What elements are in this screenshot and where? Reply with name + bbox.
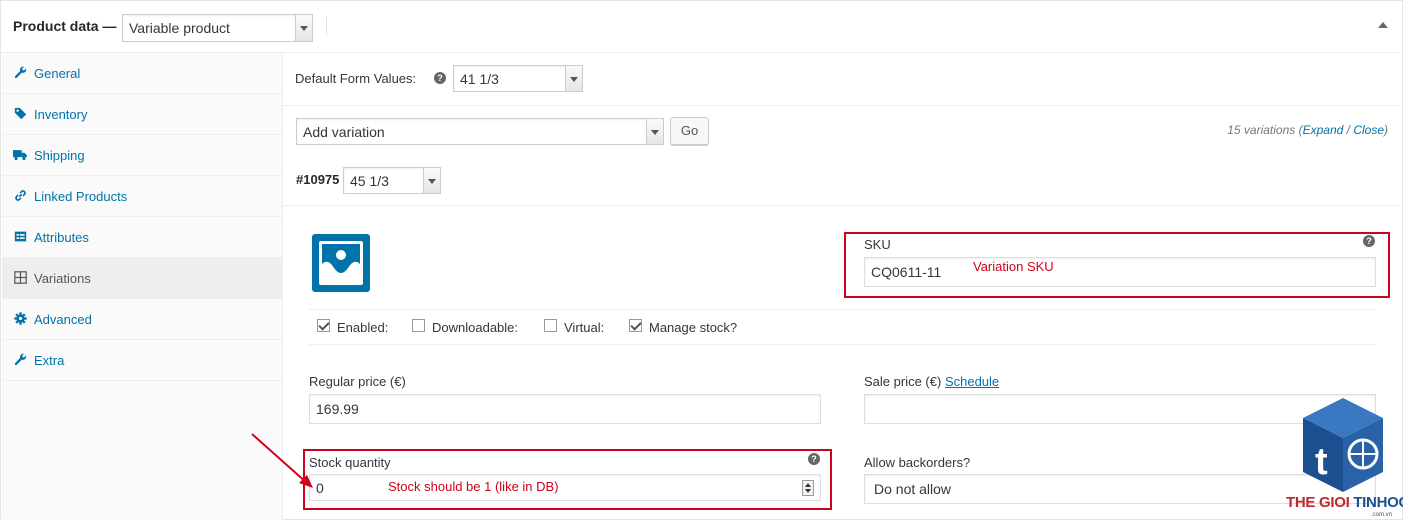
default-size-select[interactable]: 41 1/3 — [453, 65, 583, 92]
tag-icon — [13, 107, 27, 121]
virtual-checkbox[interactable] — [544, 319, 557, 332]
product-type-value: Variable product — [129, 20, 230, 36]
brand-domain: .com.vn — [1371, 512, 1393, 518]
default-form-values-label: Default Form Values: — [295, 71, 417, 86]
allow-backorders-value: Do not allow — [874, 481, 952, 497]
sidebar-item-label: Advanced — [34, 312, 92, 327]
sku-annotation-box — [844, 232, 1390, 298]
variation-attribute-value: 45 1/3 — [350, 172, 389, 189]
variations-count-text: 15 variations ( — [1227, 123, 1303, 137]
enabled-label: Enabled: — [337, 320, 389, 335]
stock-annotation-box — [303, 449, 832, 510]
collapse-toggle-icon[interactable] — [1378, 22, 1388, 28]
image-icon — [319, 241, 363, 285]
go-button[interactable]: Go — [670, 117, 709, 145]
manage-stock-checkbox[interactable] — [629, 319, 642, 332]
sidebar-item-linked-products[interactable]: Linked Products — [2, 176, 282, 217]
product-type-select[interactable]: Variable product — [122, 14, 313, 42]
list-icon — [13, 230, 27, 244]
sale-price-label: Sale price (€) Schedule — [864, 374, 999, 389]
brand-name-part1: THE GIOI — [1286, 494, 1354, 511]
truck-icon — [13, 148, 27, 162]
chevron-down-icon — [646, 119, 663, 144]
sale-price-label-text: Sale price (€) — [864, 374, 942, 389]
sidebar-item-label: Extra — [34, 353, 65, 368]
sidebar-item-general[interactable]: General — [2, 53, 282, 94]
gear-icon — [13, 312, 27, 326]
wrench-icon — [13, 353, 27, 367]
sidebar-item-label: Attributes — [34, 230, 89, 245]
brand-name: THE GIOI TINHOC — [1286, 494, 1403, 511]
stock-annotation-text: Stock should be 1 (like in DB) — [388, 479, 559, 494]
sidebar-item-attributes[interactable]: Attributes — [2, 217, 282, 258]
schedule-link[interactable]: Schedule — [945, 374, 999, 389]
default-form-values-row: Default Form Values: ? 41 1/3 — [283, 53, 1402, 106]
header-divider — [326, 17, 327, 35]
wrench-icon — [13, 66, 27, 80]
sku-annotation-text: Variation SKU — [973, 259, 1054, 274]
sidebar-item-advanced[interactable]: Advanced — [2, 299, 282, 340]
product-data-panel: Product data — Variable product General … — [0, 0, 1403, 520]
brand-cube-icon: t — [1303, 398, 1383, 492]
regular-price-label: Regular price (€) — [309, 374, 406, 389]
expand-link[interactable]: Expand — [1303, 123, 1344, 137]
product-data-title: Product data — — [13, 18, 117, 34]
close-paren: ) — [1384, 123, 1388, 137]
sidebar-item-variations[interactable]: Variations — [2, 258, 282, 299]
downloadable-checkbox[interactable] — [412, 319, 425, 332]
grid-icon — [13, 271, 27, 285]
regular-price-value: 169.99 — [316, 401, 359, 417]
chevron-down-icon — [565, 66, 582, 91]
chevron-down-icon — [423, 168, 440, 193]
allow-backorders-label: Allow backorders? — [864, 455, 971, 470]
close-link[interactable]: Close — [1353, 123, 1384, 137]
product-data-header: Product data — Variable product — [1, 1, 1402, 53]
sidebar-item-label: General — [34, 66, 81, 81]
variations-count: 15 variations (Expand / Close) — [1227, 123, 1388, 137]
variation-options-row: Enabled: Downloadable: Virtual: Manage s… — [309, 309, 1376, 345]
chevron-down-icon — [295, 15, 312, 41]
variation-action-select[interactable]: Add variation — [296, 118, 664, 145]
help-icon[interactable]: ? — [434, 72, 446, 84]
annotation-arrow-icon — [251, 433, 313, 488]
variation-action-value: Add variation — [303, 123, 385, 140]
variation-actions-row: Add variation Go 15 variations (Expand /… — [283, 106, 1402, 156]
product-data-tabs: General Inventory Shipping Linked Produc… — [2, 53, 283, 520]
variation-attribute-select[interactable]: 45 1/3 — [343, 167, 441, 194]
sidebar-item-extra[interactable]: Extra — [2, 340, 282, 381]
variation-image-placeholder[interactable] — [312, 234, 370, 292]
svg-text:t: t — [1315, 441, 1328, 483]
variation-header[interactable]: #10975 45 1/3 — [283, 156, 1402, 206]
sidebar-item-label: Variations — [34, 271, 91, 286]
link-separator: / — [1343, 123, 1354, 137]
link-icon — [13, 189, 27, 203]
manage-stock-label: Manage stock? — [649, 320, 738, 335]
sidebar-item-label: Shipping — [34, 148, 85, 163]
sidebar-item-inventory[interactable]: Inventory — [2, 94, 282, 135]
enabled-checkbox[interactable] — [317, 319, 330, 332]
downloadable-label: Downloadable: — [432, 320, 519, 335]
sidebar-item-shipping[interactable]: Shipping — [2, 135, 282, 176]
sidebar-item-label: Linked Products — [34, 189, 128, 204]
regular-price-input[interactable]: 169.99 — [309, 394, 821, 424]
default-size-value: 41 1/3 — [460, 70, 499, 87]
brand-name-part2: TINHOC — [1353, 494, 1403, 511]
variation-id: #10975 — [296, 172, 340, 187]
sidebar-item-label: Inventory — [34, 107, 88, 122]
virtual-label: Virtual: — [564, 320, 605, 335]
